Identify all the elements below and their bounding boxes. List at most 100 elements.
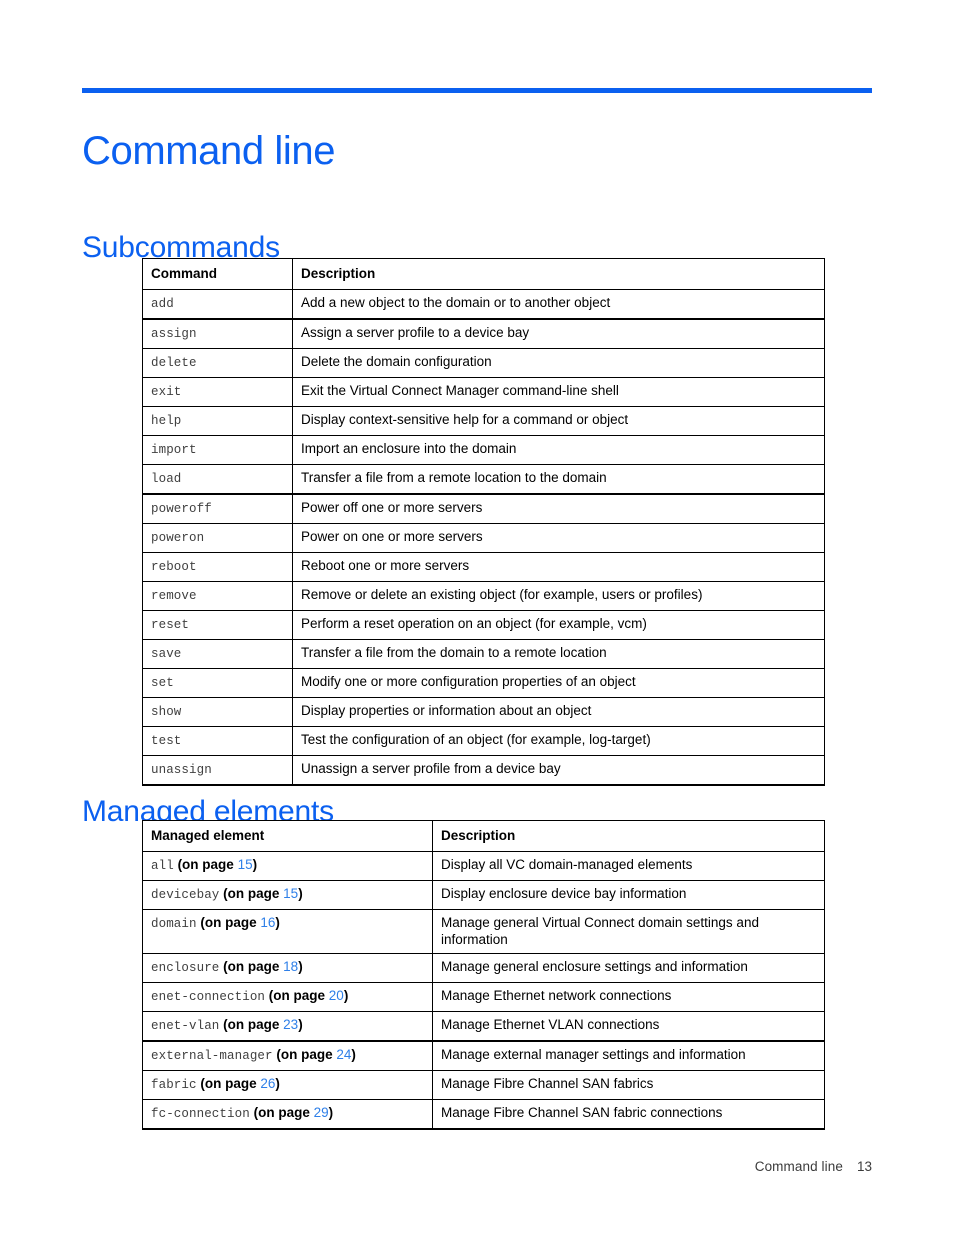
cell-description: Test the configuration of an object (for… bbox=[292, 726, 825, 756]
page-reference-suffix: ) bbox=[275, 915, 280, 930]
cell-description: Delete the domain configuration bbox=[292, 348, 825, 378]
subcommands-table: Command Description add Add a new object … bbox=[142, 258, 825, 786]
command-name: import bbox=[151, 443, 197, 457]
command-name: poweroff bbox=[151, 502, 212, 516]
page-reference-number[interactable]: 26 bbox=[260, 1076, 275, 1091]
page-reference-suffix: ) bbox=[351, 1047, 356, 1062]
cell-command: help bbox=[142, 406, 293, 436]
cell-command: load bbox=[142, 464, 293, 495]
table-row: show Display properties or information ab… bbox=[142, 697, 825, 727]
page-footer: Command line 13 bbox=[82, 1158, 872, 1176]
element-name: enclosure bbox=[151, 961, 220, 975]
column-header-description: Description bbox=[292, 258, 825, 290]
element-name: devicebay bbox=[151, 888, 220, 902]
table-row: load Transfer a file from a remote locati… bbox=[142, 464, 825, 495]
table-row: poweron Power on one or more servers bbox=[142, 523, 825, 553]
managed-elements-table: Managed element Description all (on page… bbox=[142, 820, 825, 1130]
cell-description: Display all VC domain-managed elements bbox=[432, 851, 825, 881]
table-row: reboot Reboot one or more servers bbox=[142, 552, 825, 582]
page-reference-number[interactable]: 20 bbox=[329, 988, 344, 1003]
page-reference-link[interactable]: (on page 16) bbox=[197, 915, 280, 930]
page-reference-number[interactable]: 16 bbox=[260, 915, 275, 930]
cell-command: exit bbox=[142, 377, 293, 407]
command-name: reset bbox=[151, 618, 190, 632]
cell-command: poweroff bbox=[142, 493, 293, 524]
table-row: remove Remove or delete an existing objec… bbox=[142, 581, 825, 611]
table-row: devicebay (on page 15) Display enclosure … bbox=[142, 880, 825, 910]
page-reference-number[interactable]: 18 bbox=[283, 959, 298, 974]
cell-description: Manage Fibre Channel SAN fabric connecti… bbox=[432, 1099, 825, 1130]
page-reference-suffix: ) bbox=[298, 1017, 303, 1032]
page-reference-link[interactable]: (on page 20) bbox=[265, 988, 349, 1003]
element-name: fabric bbox=[151, 1078, 197, 1092]
chapter-rule bbox=[82, 88, 872, 93]
table-row: enet-connection (on page 20) Manage Ether… bbox=[142, 982, 825, 1012]
cell-managed-element: devicebay (on page 15) bbox=[142, 880, 433, 910]
command-name: unassign bbox=[151, 763, 212, 777]
cell-description: Assign a server profile to a device bay bbox=[292, 318, 825, 349]
command-name: test bbox=[151, 734, 182, 748]
page-reference-suffix: ) bbox=[328, 1105, 334, 1120]
table-row: enclosure (on page 18) Manage general enc… bbox=[142, 953, 825, 983]
page-reference-suffix: ) bbox=[343, 988, 349, 1003]
element-name: fc-connection bbox=[151, 1107, 250, 1121]
command-name: delete bbox=[151, 356, 197, 370]
command-name: poweron bbox=[151, 531, 205, 545]
table-header-row: Command Description bbox=[142, 258, 825, 290]
page-reference-link[interactable]: (on page 29) bbox=[249, 1105, 334, 1120]
cell-command: set bbox=[142, 668, 293, 698]
element-name: all bbox=[151, 859, 174, 873]
cell-description: Transfer a file from a remote location t… bbox=[292, 464, 825, 495]
cell-command: poweron bbox=[142, 523, 293, 553]
cell-managed-element: enclosure (on page 18) bbox=[142, 953, 433, 983]
page-reference-link[interactable]: (on page 23) bbox=[219, 1017, 303, 1032]
footer-chapter-label: Command line bbox=[754, 1159, 843, 1174]
document-page: Command line Subcommands Command Descrip… bbox=[0, 0, 954, 1235]
cell-description: Power off one or more servers bbox=[292, 493, 825, 524]
cell-command: reset bbox=[142, 610, 293, 640]
page-reference-prefix: (on page bbox=[272, 1047, 337, 1062]
cell-command: save bbox=[142, 639, 293, 669]
table-row: poweroff Power off one or more servers bbox=[142, 493, 825, 524]
cell-command: assign bbox=[142, 318, 293, 349]
table-row: enet-vlan (on page 23) Manage Ethernet VL… bbox=[142, 1011, 825, 1042]
table-row: unassign Unassign a server profile from a… bbox=[142, 755, 825, 786]
page-reference-link[interactable]: (on page 15) bbox=[219, 886, 303, 901]
command-name: assign bbox=[151, 327, 197, 341]
command-name: save bbox=[151, 647, 182, 661]
command-name: remove bbox=[151, 589, 197, 603]
table-row: fabric (on page 26) Manage Fibre Channel … bbox=[142, 1070, 825, 1100]
command-name: show bbox=[151, 705, 182, 719]
table-row: reset Perform a reset operation on an obj… bbox=[142, 610, 825, 640]
command-name: load bbox=[151, 472, 182, 486]
table-row: fc-connection (on page 29) Manage Fibre C… bbox=[142, 1099, 825, 1130]
page-reference-number[interactable]: 24 bbox=[336, 1047, 351, 1062]
cell-description: Exit the Virtual Connect Manager command… bbox=[292, 377, 825, 407]
element-name: enet-vlan bbox=[151, 1019, 220, 1033]
command-name: exit bbox=[151, 385, 182, 399]
page-reference-number[interactable]: 29 bbox=[314, 1105, 329, 1120]
page-reference-number[interactable]: 23 bbox=[283, 1017, 298, 1032]
page-reference-link[interactable]: (on page 15) bbox=[174, 857, 258, 872]
managed-elements-table-body: all (on page 15) Display all VC domain-ma… bbox=[142, 851, 825, 1130]
page-reference-number[interactable]: 15 bbox=[283, 886, 298, 901]
cell-description: Transfer a file from the domain to a rem… bbox=[292, 639, 825, 669]
cell-command: unassign bbox=[142, 755, 293, 786]
cell-description: Display context-sensitive help for a com… bbox=[292, 406, 825, 436]
page-reference-prefix: (on page bbox=[219, 886, 284, 901]
page-title: Command line bbox=[82, 128, 336, 173]
page-reference-prefix: (on page bbox=[249, 1105, 314, 1120]
page-reference-link[interactable]: (on page 26) bbox=[197, 1076, 280, 1091]
table-row: save Transfer a file from the domain to a… bbox=[142, 639, 825, 669]
cell-description: Manage general enclosure settings and in… bbox=[432, 953, 825, 983]
page-reference-link[interactable]: (on page 18) bbox=[219, 959, 303, 974]
cell-managed-element: enet-vlan (on page 23) bbox=[142, 1011, 433, 1042]
page-reference-prefix: (on page bbox=[196, 1076, 261, 1091]
cell-description: Display enclosure device bay information bbox=[432, 880, 825, 910]
cell-command: add bbox=[142, 289, 293, 320]
page-reference-number[interactable]: 15 bbox=[238, 857, 253, 872]
element-name: domain bbox=[151, 917, 197, 931]
command-name: reboot bbox=[151, 560, 197, 574]
page-reference-link[interactable]: (on page 24) bbox=[273, 1047, 356, 1062]
cell-description: Power on one or more servers bbox=[292, 523, 825, 553]
